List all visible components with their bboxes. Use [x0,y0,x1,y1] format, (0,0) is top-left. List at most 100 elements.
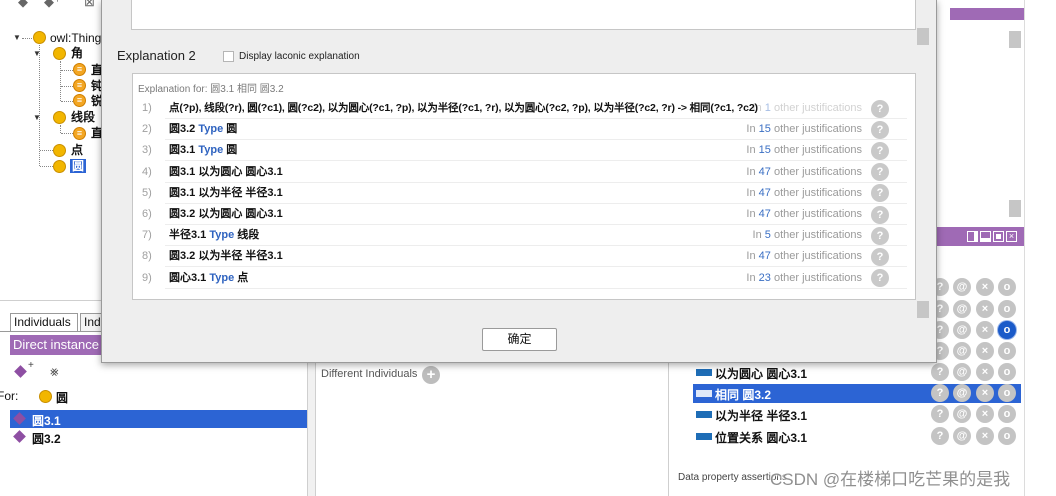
help-icon[interactable]: ? [871,205,889,224]
split-horizontal-icon[interactable] [980,231,991,242]
scrollbar-up[interactable] [1009,31,1021,48]
delete-button[interactable]: × [976,427,994,445]
tree-node-segment[interactable]: 线段 [71,110,95,124]
maximize-view-icon[interactable] [993,231,1004,242]
annotation-button[interactable]: @ [953,427,971,445]
annotation-button[interactable]: @ [953,300,971,318]
explanation-axiom-row[interactable]: 6) In 47 other justifications 圆3.2 以为圆心 圆心… [133,204,915,225]
dialog-scrollbar-up[interactable] [917,28,929,45]
axiom-predicate: Type [198,144,224,157]
scrollbar-down[interactable] [1009,200,1021,217]
justification-suffix: other justifications [773,271,862,284]
close-view-icon[interactable]: × [1006,231,1017,242]
split-pane-divider[interactable] [307,355,316,496]
tree-node-owl-thing[interactable]: owl:Thing [50,31,101,45]
edit-button[interactable]: o [998,321,1016,339]
axiom-subject: 圆3.1 [169,144,196,157]
edit-button[interactable]: o [998,300,1016,318]
add-individual-button[interactable]: + [14,360,44,379]
laconic-checkbox-label[interactable]: Display laconic explanation [239,51,360,62]
watermark: CSDN @在楼梯口吃芒果的是我 [770,470,1011,489]
annotation-button[interactable]: @ [953,384,971,402]
expand-toggle-icon[interactable]: ▼ [13,33,21,43]
explanation-for-label: Explanation for: 圆3.1 相同 圆3.2 [138,84,284,95]
justification-suffix: other justifications [773,123,862,136]
edit-button[interactable]: o [998,405,1016,423]
explanation-axiom-row[interactable]: 2) In 15 other justifications 圆3.2 Type 圆? [133,119,915,141]
delete-individual-button[interactable]: ⨳ [50,363,68,379]
explanation-axiom-row[interactable]: 5) In 47 other justifications 圆3.1 以为半径 半径… [133,183,915,204]
tree-node-point[interactable]: 点 [71,143,83,157]
dialog-scrollbar-down[interactable] [917,301,929,318]
assertion-text: 以为半径 半径3.1 [715,407,807,424]
help-button[interactable]: ? [931,384,949,402]
object-property-assertion-row[interactable]: 相同 圆3.2 [693,384,1021,403]
object-property-assertion-row[interactable]: 位置关系 圆心3.1 [693,427,1021,446]
assertion-text: 以为圆心 圆心3.1 [715,365,807,382]
edit-button[interactable]: o [998,427,1016,445]
class-icon [53,160,66,173]
edit-button[interactable]: o [998,278,1016,296]
expand-toggle-icon[interactable]: ▼ [33,49,41,59]
axiom-predicate: Type [198,123,224,136]
individual-list-item[interactable]: 圆3.2 [10,428,307,446]
help-icon[interactable]: ? [871,99,889,118]
tree-node-circle[interactable]: 圆 [70,159,87,173]
axiom-subject: 圆3.1 [169,186,196,199]
annotation-button[interactable]: @ [953,363,971,381]
assertion-property: 以为圆心 [715,367,764,381]
help-button[interactable]: ? [931,427,949,445]
individual-list-item[interactable]: 圆3.1 [10,410,307,428]
help-icon[interactable]: ? [871,184,889,203]
justification-prefix: In [746,250,756,263]
explanation-axiom-row[interactable]: 7) In 5 other justifications 半径3.1 Type 线段… [133,225,915,247]
help-icon[interactable]: ? [871,226,889,245]
annotation-button[interactable]: @ [953,405,971,423]
help-icon[interactable]: ? [871,120,889,139]
justification-count-label: In 1 other justifications [753,98,862,119]
object-property-assertion-row[interactable]: 以为半径 半径3.1 [693,405,1021,424]
help-icon[interactable]: ? [871,163,889,182]
edit-button[interactable]: o [998,363,1016,381]
class-hierarchy: ▼ owl:Thing ▼ 角 ≡ 直 ≡ 钝 ≡ 锐 ▼ 线段 ≡ 直 点 圆 [0,0,103,180]
delete-button[interactable]: × [976,300,994,318]
help-button[interactable]: ? [931,405,949,423]
help-icon[interactable]: ? [871,141,889,160]
edit-button[interactable]: o [998,384,1016,402]
help-button[interactable]: ? [931,363,949,381]
assertion-value: 圆3.2 [742,388,772,402]
explanation-axiom-row[interactable]: 8) In 47 other justifications 圆3.2 以为半径 半径… [133,246,915,268]
tree-connector [60,61,61,101]
split-view-icon[interactable] [967,231,978,242]
explanation-axiom-row[interactable]: 1) In 1 other justifications 点(?p), 线段(?r)… [133,98,915,119]
annotation-button[interactable]: @ [953,278,971,296]
delete-button[interactable]: × [976,321,994,339]
help-icon[interactable]: ? [871,247,889,266]
object-property-assertion-row[interactable]: 以为圆心 圆心3.1 [693,363,1021,382]
property-assertions-header: × [937,227,1024,246]
axiom-subject: 圆3.2 [169,250,196,263]
annotation-button[interactable]: @ [953,342,971,360]
explanation-axiom-row[interactable]: 3) In 15 other justifications 圆3.1 Type 圆? [133,140,915,162]
laconic-checkbox[interactable] [223,51,234,62]
tab-individuals[interactable]: Individuals [10,313,78,332]
delete-button[interactable]: × [976,278,994,296]
delete-button[interactable]: × [976,384,994,402]
edit-button[interactable]: o [998,342,1016,360]
explanation-axiom-row[interactable]: 9) In 23 other justifications 圆心3.1 Type 点… [133,268,915,289]
axiom-text: 圆3.1 Type 圆 [169,140,237,161]
add-different-individual-button[interactable]: + [422,366,440,384]
explanation-title: Explanation 2 [117,48,196,63]
assertion-value: 半径3.1 [766,409,808,423]
delete-button[interactable]: × [976,342,994,360]
help-icon[interactable]: ? [871,269,889,288]
ok-button[interactable]: 确定 [482,328,557,351]
justification-prefix: In [746,186,756,199]
tree-connector [39,45,40,166]
annotation-button[interactable]: @ [953,321,971,339]
tree-node-angle[interactable]: 角 [71,46,83,60]
expand-toggle-icon[interactable]: ▼ [33,113,41,123]
delete-button[interactable]: × [976,363,994,381]
delete-button[interactable]: × [976,405,994,423]
explanation-axiom-row[interactable]: 4) In 47 other justifications 圆3.1 以为圆心 圆心… [133,162,915,183]
